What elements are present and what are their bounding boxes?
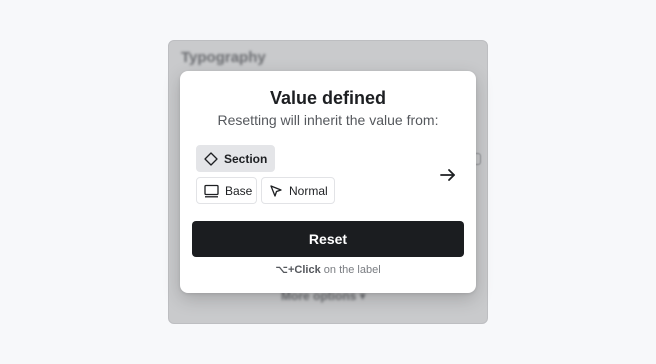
hint-shortcut: ⌥+Click — [275, 264, 321, 276]
popover-subtitle: Resetting will inherit the value from: — [217, 112, 439, 128]
source-chip-label: Base — [225, 183, 253, 198]
source-chip-label: Normal — [289, 183, 328, 198]
reset-button[interactable]: Reset — [192, 221, 464, 257]
hint-text: on the label — [320, 264, 381, 276]
source-chip-base[interactable]: Base — [196, 177, 257, 204]
diamond-icon — [204, 151, 218, 166]
source-chip-label: Section — [224, 151, 268, 166]
monitor-icon — [204, 184, 219, 197]
reset-shortcut-hint: ⌥+Click on the label — [180, 263, 476, 276]
source-chip-normal[interactable]: Normal — [261, 177, 335, 204]
cursor-pointer-icon — [270, 184, 282, 197]
arrow-right-icon — [440, 169, 455, 181]
source-chip-section[interactable]: Section — [196, 145, 275, 172]
background-panel-title: Typography — [181, 49, 266, 66]
value-defined-popover: Value defined Resetting will inherit the… — [180, 71, 476, 293]
popover-title: Value defined — [269, 88, 387, 108]
